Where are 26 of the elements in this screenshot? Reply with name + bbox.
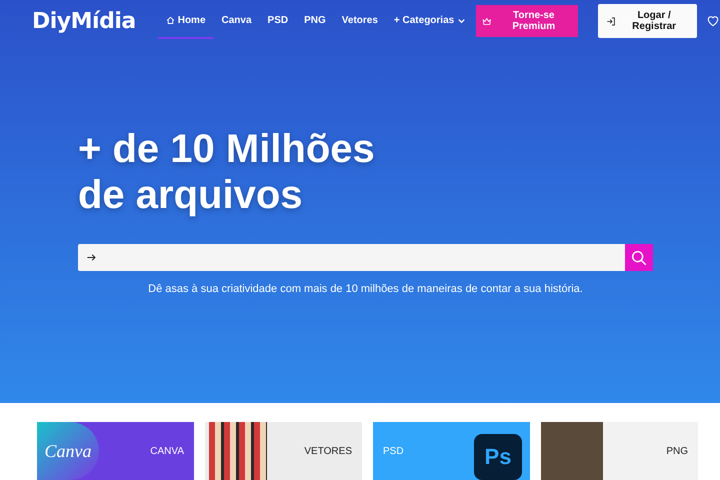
search-button[interactable] — [625, 244, 653, 271]
home-icon — [166, 16, 175, 24]
login-button[interactable]: Logar / Registrar — [598, 4, 697, 38]
canva-logo: Canva — [37, 422, 99, 480]
category-card[interactable]: Canva CANVA — [37, 422, 194, 480]
nav-link[interactable]: Canva — [214, 4, 260, 38]
hero-tagline: Dê asas à sua criatividade com mais de 10 milhões de maneiras de contar a sua história. — [147, 283, 584, 295]
search-field[interactable] — [78, 244, 653, 271]
site-logo[interactable]: DiyMídia — [32, 8, 136, 34]
nav-link[interactable]: PNG — [296, 4, 334, 38]
category-card[interactable]: PSD Ps — [373, 422, 530, 480]
search-icon — [630, 248, 648, 266]
nav-link[interactable]: PSD — [260, 4, 296, 38]
nav-link[interactable]: Vetores — [334, 4, 386, 38]
photoshop-logo: Ps — [474, 434, 522, 480]
poster-image — [209, 422, 267, 480]
photo-placeholder — [541, 422, 603, 480]
nav-link[interactable]: + Categorias — [386, 4, 474, 38]
premium-button[interactable]: Torne-se Premium — [476, 5, 578, 37]
hero-heading: + de 10 Milhões de arquivos — [78, 126, 376, 218]
category-card[interactable]: PNG — [541, 422, 698, 480]
arrow-right-icon — [86, 252, 97, 263]
sign-in-icon — [606, 16, 616, 26]
nav-link[interactable]: Home — [158, 4, 214, 38]
crown-icon — [482, 16, 492, 26]
category-card[interactable]: VETORES — [205, 422, 362, 480]
